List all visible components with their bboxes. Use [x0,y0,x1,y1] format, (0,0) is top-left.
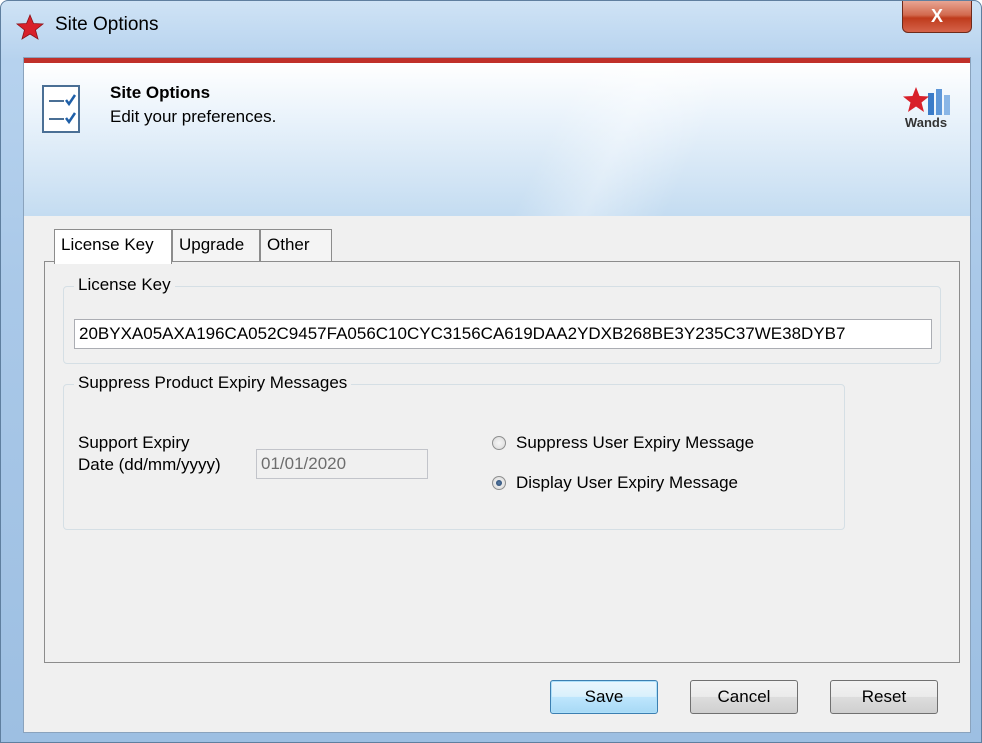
dialog-window: Site Options X Site Options Edit your pr… [0,0,982,743]
support-expiry-label: Support Expiry [78,433,190,452]
reset-button[interactable]: Reset [830,680,938,714]
save-button[interactable]: Save [550,680,658,714]
close-icon: X [930,6,943,26]
support-expiry-date-field[interactable] [256,449,428,479]
radio-checked-icon [492,476,506,490]
checklist-icon [42,85,80,133]
header-subtitle: Edit your preferences. [110,107,277,126]
window-title: Site Options [55,14,159,35]
display-user-expiry-radio[interactable]: Display User Expiry Message [492,473,738,493]
wands-logo-text: Wands [904,115,948,130]
title-bar[interactable]: Site Options X [1,1,981,53]
save-button-label: Save [584,687,624,706]
license-key-group: License Key [63,275,941,364]
display-user-expiry-label: Display User Expiry Message [516,473,739,492]
license-key-group-label: License Key [74,275,175,295]
header-title: Site Options [110,83,211,102]
tab-label: License Key [61,235,154,254]
license-key-input[interactable] [74,319,932,349]
expiry-group-label: Suppress Product Expiry Messages [74,373,352,393]
tab-label: Other [267,235,310,254]
tab-upgrade[interactable]: Upgrade [172,229,260,261]
support-expiry-date-format-label: Date (dd/mm/yyyy) [78,455,221,474]
reset-button-label: Reset [861,687,907,706]
expiry-messages-group: Suppress Product Expiry Messages Support… [63,373,845,530]
tab-other[interactable]: Other [260,229,332,261]
header-banner: Site Options Edit your preferences. Wand… [24,58,970,216]
red-star-icon [15,14,45,40]
suppress-user-expiry-radio[interactable]: Suppress User Expiry Message [492,433,754,453]
tab-panel-license-key: License Key Suppress Product Expiry Mess… [44,261,960,663]
close-button[interactable]: X [902,1,972,33]
cancel-button-label: Cancel [717,687,771,706]
cancel-button[interactable]: Cancel [690,680,798,714]
radio-unchecked-icon [492,436,506,450]
tab-label: Upgrade [179,235,245,254]
suppress-user-expiry-label: Suppress User Expiry Message [516,433,755,452]
tab-license-key[interactable]: License Key [54,229,172,264]
dialog-client-area: Site Options Edit your preferences. Wand… [23,57,971,733]
